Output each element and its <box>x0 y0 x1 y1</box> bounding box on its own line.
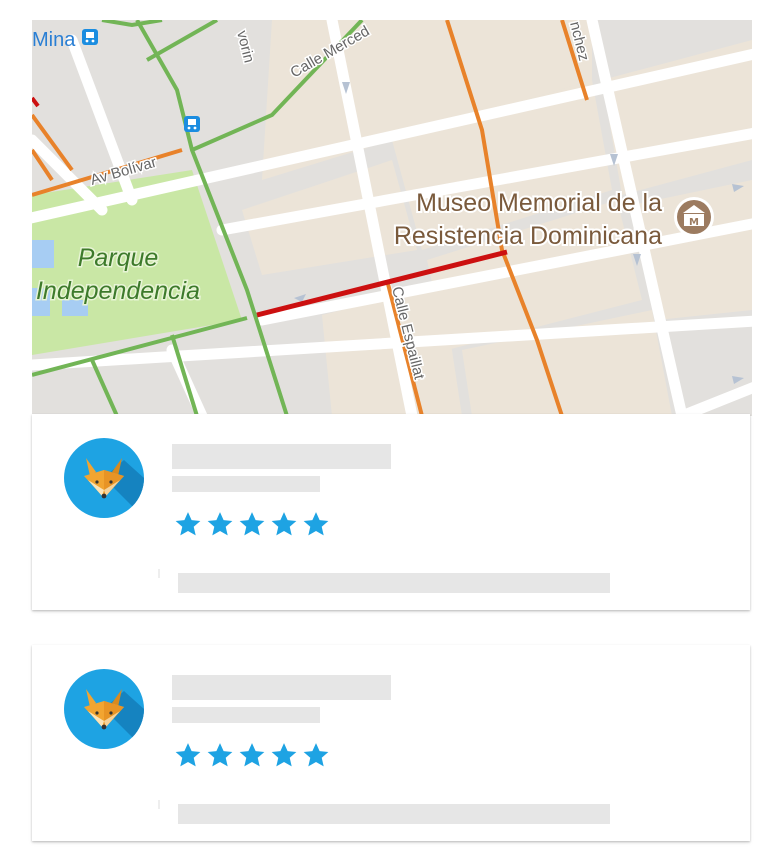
parque-label-line1[interactable]: Parque <box>76 243 160 274</box>
review-card: 5 out of 5 stars <box>32 645 750 841</box>
star-icon <box>175 743 201 767</box>
reviewer-avatar[interactable] <box>64 438 144 518</box>
fox-icon <box>84 689 144 749</box>
star-icon <box>239 512 265 536</box>
review-date-placeholder <box>172 707 320 723</box>
star-rating: 5 out of 5 stars <box>174 741 330 769</box>
bus-stop-icon[interactable] <box>184 116 200 132</box>
reviewer-name-placeholder <box>172 444 391 469</box>
map-view[interactable]: M Mina Calle Merced vorin nchez Av Bolív… <box>32 20 752 416</box>
divider-mark <box>158 800 160 809</box>
review-text-placeholder <box>178 804 610 824</box>
star-icon <box>271 512 297 536</box>
divider-mark <box>158 569 160 578</box>
museo-label-line2[interactable]: Resistencia Dominicana <box>392 220 664 252</box>
star-icon <box>303 743 329 767</box>
star-icon <box>207 512 233 536</box>
review-card: 5 out of 5 stars <box>32 414 750 610</box>
museum-icon[interactable]: M <box>674 197 714 237</box>
star-icon <box>175 512 201 536</box>
star-icon <box>303 512 329 536</box>
mina-label: Mina <box>32 29 76 51</box>
review-date-placeholder <box>172 476 320 492</box>
star-icon <box>271 743 297 767</box>
star-icon <box>207 743 233 767</box>
review-text-placeholder <box>178 573 610 593</box>
map-canvas[interactable]: M Mina Calle Merced vorin nchez Av Bolív… <box>32 20 752 416</box>
museo-label-line1[interactable]: Museo Memorial de la <box>414 187 664 219</box>
star-icon <box>239 743 265 767</box>
star-rating: 5 out of 5 stars <box>174 510 330 538</box>
reviewer-name-placeholder <box>172 675 391 700</box>
svg-text:M: M <box>689 217 699 228</box>
parque-label-line2[interactable]: Independencia <box>34 276 201 307</box>
reviewer-avatar[interactable] <box>64 669 144 749</box>
fox-icon <box>84 458 144 518</box>
bus-stop-icon[interactable] <box>82 29 98 45</box>
